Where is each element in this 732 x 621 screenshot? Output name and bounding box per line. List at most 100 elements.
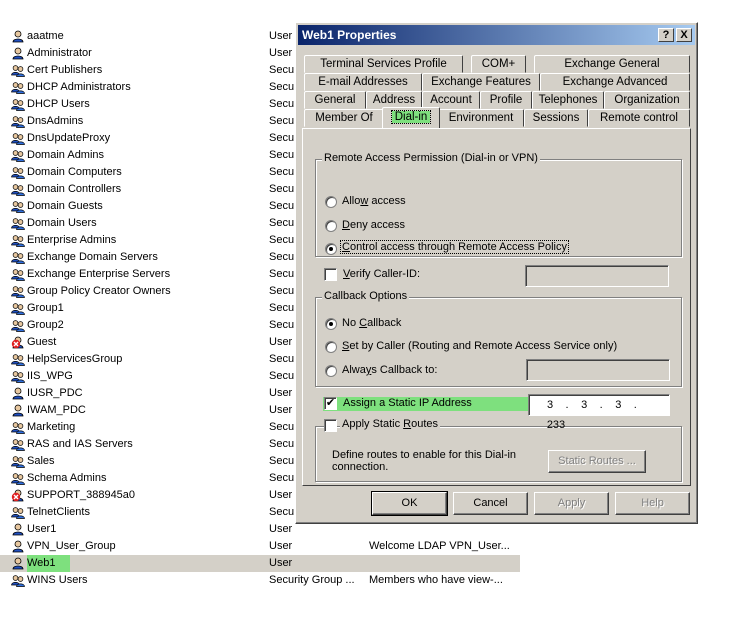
list-row-name: WINS Users [27,574,88,586]
list-row-name: Sales [27,455,55,467]
tab-e-mail-addresses[interactable]: E-mail Addresses [304,73,422,91]
static-routes-label[interactable]: Apply Static Routes [340,418,441,430]
tab-sessions[interactable]: Sessions [524,109,588,127]
list-row-name: HelpServicesGroup [27,353,123,365]
tab-general[interactable]: General [304,91,366,109]
list-row[interactable]: WINS Users Security Group ... Members who … [0,572,520,589]
group-icon [11,370,25,383]
static-ip-label[interactable]: Assign a Static IP Address [343,397,472,409]
tab-remote-control[interactable]: Remote control [588,109,690,127]
tab-exchange-general[interactable]: Exchange General [534,55,690,73]
tab-dial-in[interactable]: Dial-in [382,107,440,128]
tab-com[interactable]: COM+ [471,55,526,73]
group-icon [11,98,25,111]
list-row-name: Web1 [27,555,70,572]
remote-access-title: Remote Access Permission (Dial-in or VPN… [322,152,540,164]
tab-label: Organization [614,94,680,106]
help-title-button[interactable]: ? [658,28,674,42]
apply-button[interactable]: Apply [534,492,609,515]
tab-profile[interactable]: Profile [480,91,532,109]
verify-caller-id-checkbox[interactable] [324,268,337,281]
list-row-name: Group2 [27,319,64,331]
remote-access-group: Remote Access Permission (Dial-in or VPN… [315,152,682,257]
allow-access-label[interactable]: Allow access [342,195,406,207]
list-row-name: TelnetClients [27,506,90,518]
ip-octet-4: 233 [546,419,566,431]
dialog-titlebar[interactable]: Web1 Properties ? X [298,25,695,45]
list-row-name: Group1 [27,302,64,314]
tab-label: Exchange Features [431,76,531,88]
tab-environment[interactable]: Environment [438,109,524,127]
set-by-caller-radio[interactable] [325,341,337,353]
list-row[interactable]: Web1 User [0,555,520,572]
ip-octet-1: 3 [546,399,554,411]
group-icon [11,285,25,298]
list-row-name: SUPPORT_388945a0 [27,489,136,501]
list-row-name: aaatme [27,30,64,42]
list-row-name: Exchange Enterprise Servers [27,268,171,280]
ip-dot-1: . [565,399,569,411]
user-icon [11,387,25,400]
tab-label: Telephones [538,94,598,106]
policy-access-radio[interactable] [325,243,337,255]
list-row-type: User [269,540,293,552]
group-icon [11,472,25,485]
group-icon [11,200,25,213]
verify-caller-id-field[interactable] [525,265,669,287]
group-icon [11,302,25,315]
group-icon [11,574,25,587]
group-icon [11,421,25,434]
group-icon [11,251,25,264]
static-routes-group: Apply Static Routes Define routes to ena… [315,418,682,482]
tab-label: General [314,94,356,106]
list-row-type: Secu [269,132,295,144]
list-row-type: User [269,387,293,399]
list-row-type: Secu [269,438,295,450]
list-row-type: Secu [269,166,295,178]
user-icon [11,523,25,536]
list-row-type: User [269,489,293,501]
list-row-name: Domain Users [27,217,97,229]
close-title-button[interactable]: X [676,28,692,42]
list-row-type: Secu [269,455,295,467]
list-row-type: Secu [269,472,295,484]
group-icon [11,81,25,94]
ip-octet-2: 3 [581,399,588,411]
list-row-name: VPN_User_Group [27,540,116,552]
user-icon [11,557,25,570]
tab-organization[interactable]: Organization [604,91,690,109]
ok-button[interactable]: OK [371,491,448,516]
no-callback-label[interactable]: No Callback [342,317,401,329]
always-callback-field[interactable] [526,359,670,381]
list-row-name: IUSR_PDC [27,387,83,399]
list-row-name: IWAM_PDC [27,404,86,416]
no-callback-radio[interactable] [325,318,337,330]
help-button[interactable]: Help [615,492,690,515]
tab-telephones[interactable]: Telephones [532,91,604,109]
list-row[interactable]: VPN_User_Group User Welcome LDAP VPN_User.… [0,538,520,555]
tab-label: E-mail Addresses [318,76,408,88]
list-row-name: Domain Controllers [27,183,122,195]
deny-access-label[interactable]: Deny access [342,219,405,231]
allow-access-radio[interactable] [325,196,337,208]
static-ip-checkbox[interactable]: ✔ [324,397,337,410]
list-row-type: Secu [269,319,295,331]
cancel-button[interactable]: Cancel [453,492,528,515]
ip-dot-3: . [633,399,637,411]
set-by-caller-label[interactable]: Set by Caller (Routing and Remote Access… [342,340,617,352]
policy-access-label[interactable]: Control access through Remote Access Pol… [340,240,569,254]
tab-exchange-features[interactable]: Exchange Features [422,73,540,91]
static-routes-button[interactable]: Static Routes ... [548,450,646,473]
static-ip-field[interactable]: 3 . 3 . 3 . 233 [528,394,670,431]
static-routes-checkbox[interactable] [324,419,337,432]
tab-member-of[interactable]: Member Of [304,109,384,127]
always-callback-label[interactable]: Always Callback to: [342,364,437,376]
tab-terminal-services-profile[interactable]: Terminal Services Profile [304,55,463,73]
always-callback-radio[interactable] [325,365,337,377]
list-row-type: Secu [269,353,295,365]
list-row-name: Enterprise Admins [27,234,117,246]
deny-access-radio[interactable] [325,220,337,232]
verify-caller-id-label[interactable]: Verify Caller-ID: [343,268,420,280]
tab-exchange-advanced[interactable]: Exchange Advanced [540,73,690,91]
list-row-type: Secu [269,234,295,246]
